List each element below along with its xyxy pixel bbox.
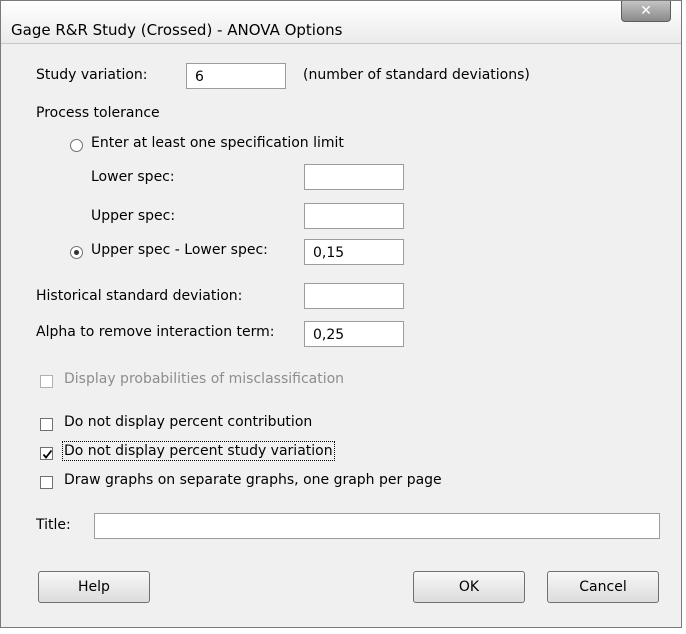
- misclassification-checkbox[interactable]: [40, 375, 53, 388]
- upper-spec-input[interactable]: [304, 203, 404, 229]
- checkmark-icon: [42, 449, 53, 459]
- spec-range-input[interactable]: 0,15: [304, 239, 404, 265]
- study-variation-label: Study variation:: [36, 67, 148, 83]
- title-label: Title:: [36, 517, 71, 533]
- percent-contribution-label: Do not display percent contribution: [64, 414, 313, 430]
- misclassification-label: Display probabilities of misclassificati…: [64, 371, 345, 387]
- percent-study-label: Do not display percent study variation: [62, 441, 335, 461]
- spec-limit-radio-label: Enter at least one specification limit: [91, 135, 344, 151]
- separate-graphs-checkbox[interactable]: [40, 476, 53, 489]
- alpha-label: Alpha to remove interaction term:: [36, 324, 275, 340]
- study-variation-note: (number of standard deviations): [303, 67, 530, 83]
- cancel-button[interactable]: Cancel: [547, 571, 659, 603]
- lower-spec-input[interactable]: [304, 164, 404, 190]
- title-input[interactable]: [94, 513, 660, 539]
- percent-contribution-checkbox[interactable]: [40, 418, 53, 431]
- close-button[interactable]: ✕: [621, 1, 671, 22]
- upper-spec-label: Upper spec:: [91, 208, 176, 224]
- separate-graphs-label: Draw graphs on separate graphs, one grap…: [64, 472, 442, 488]
- ok-button[interactable]: OK: [413, 571, 525, 603]
- close-icon: ✕: [640, 3, 652, 19]
- study-variation-input[interactable]: 6: [186, 63, 286, 89]
- alpha-input[interactable]: 0,25: [304, 321, 404, 347]
- process-tolerance-heading: Process tolerance: [36, 105, 160, 121]
- historical-sd-label: Historical standard deviation:: [36, 288, 243, 304]
- spec-limit-radio[interactable]: [70, 139, 83, 152]
- spec-range-radio[interactable]: [70, 246, 83, 259]
- spec-range-radio-label: Upper spec - Lower spec:: [91, 242, 268, 258]
- percent-study-checkbox[interactable]: [40, 447, 53, 460]
- title-bar: Gage R&R Study (Crossed) - ANOVA Options…: [1, 1, 681, 44]
- historical-sd-input[interactable]: [304, 283, 404, 309]
- window-title: Gage R&R Study (Crossed) - ANOVA Options: [11, 21, 343, 39]
- dialog-window: Gage R&R Study (Crossed) - ANOVA Options…: [0, 0, 682, 628]
- lower-spec-label: Lower spec:: [91, 169, 175, 185]
- help-button[interactable]: Help: [38, 571, 150, 603]
